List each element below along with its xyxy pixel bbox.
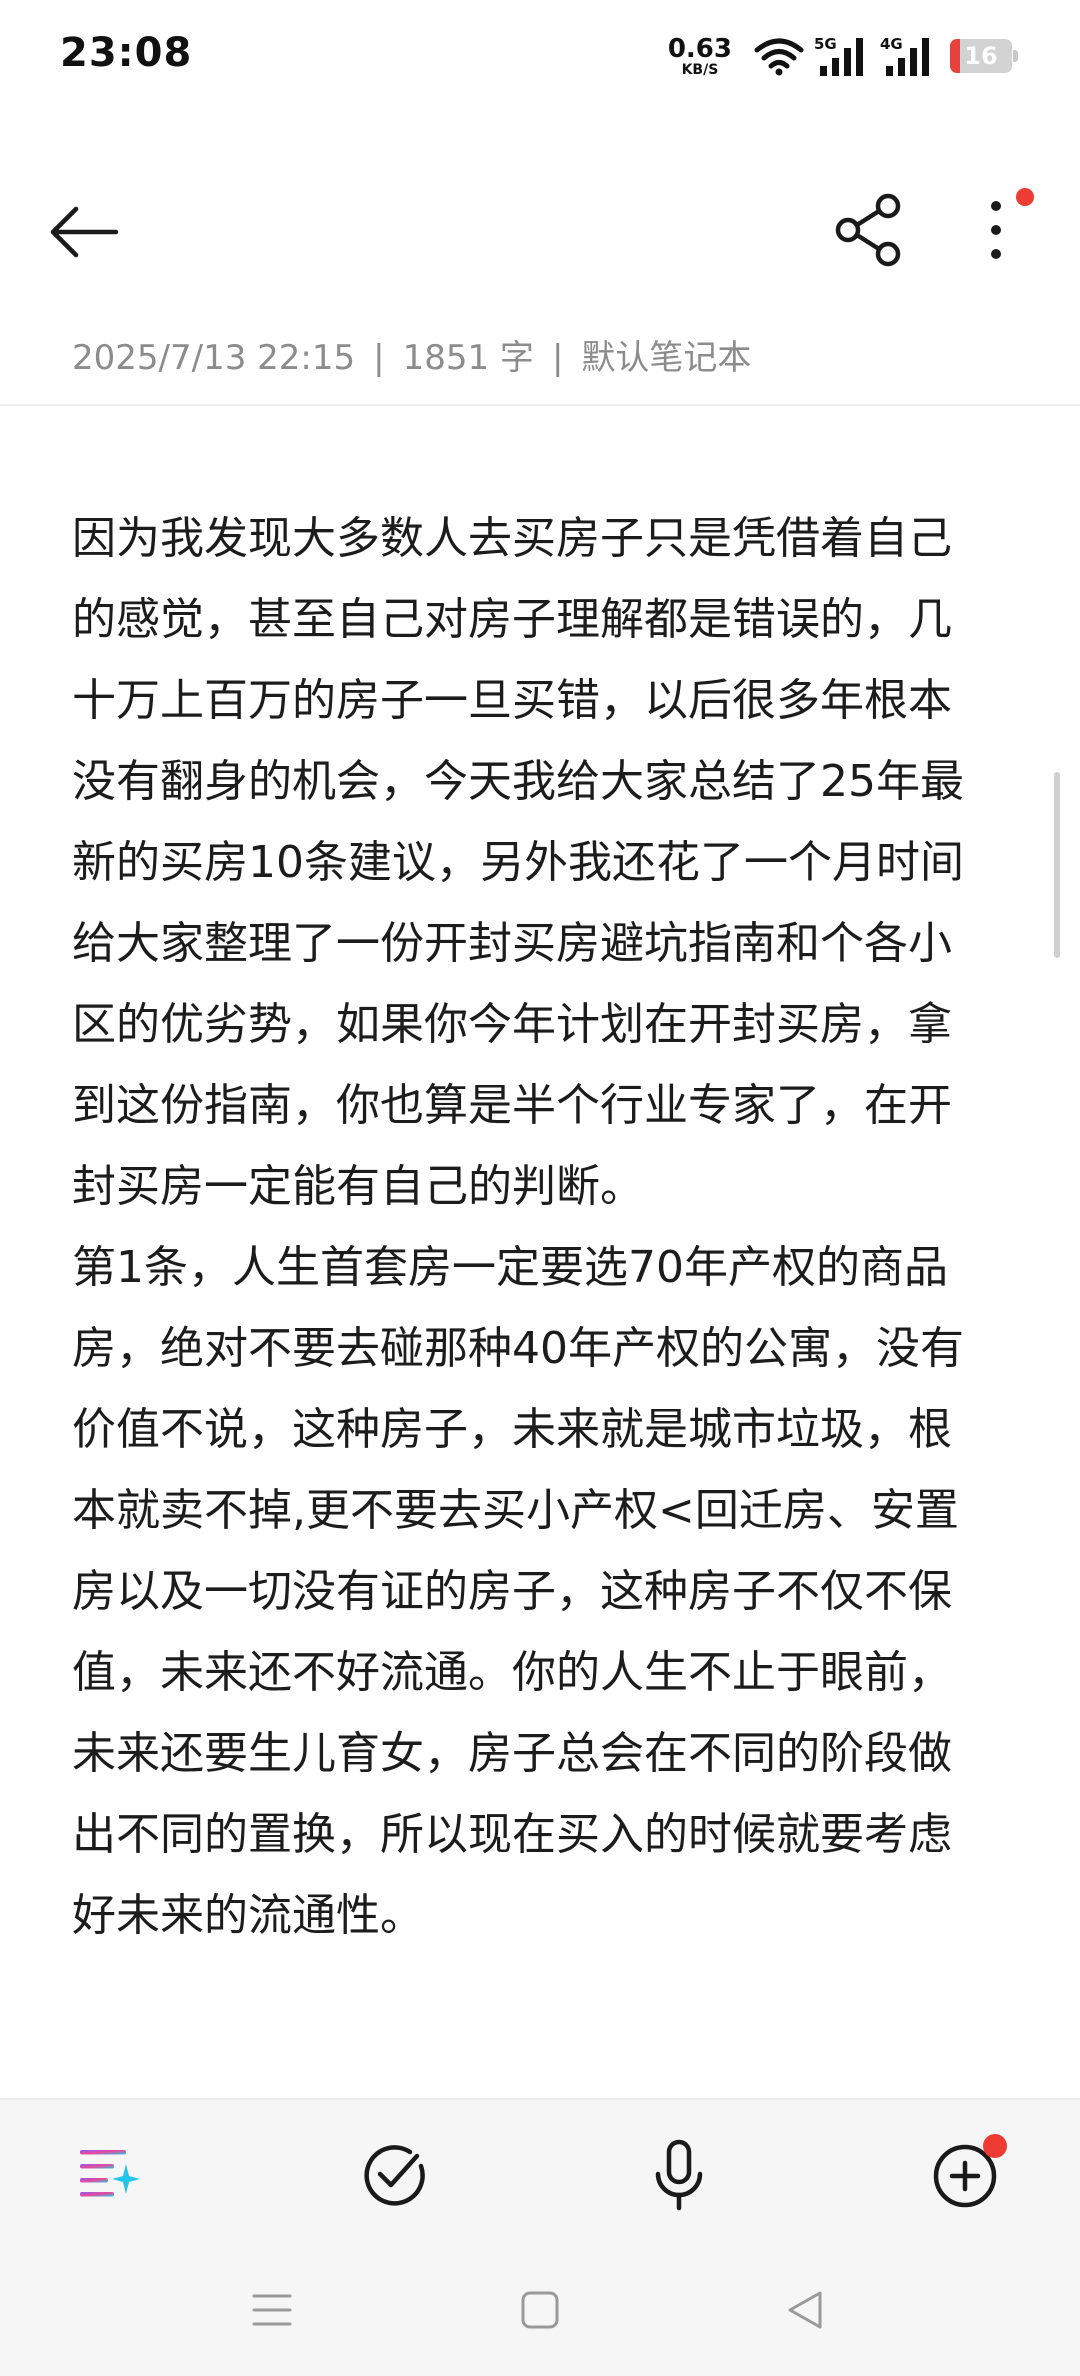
signal-5g-icon: 5G — [814, 35, 863, 76]
note-meta: 2025/7/13 22:15 | 1851 字 | 默认笔记本 — [72, 330, 751, 379]
note-paragraph[interactable]: 因为我发现大多数人去买房子只是凭借着自己的感觉，甚至自己对房子理解都是错误的，几… — [72, 498, 992, 1227]
check-circle-icon[interactable] — [355, 2136, 433, 2214]
app-bar — [0, 170, 1080, 290]
note-detail-screen: 23:08 0.63 KB/S 5G 4G 16 2025/7/13 22:15… — [0, 0, 1080, 2376]
back-triangle-icon[interactable] — [780, 2284, 832, 2336]
battery-level: 16 — [964, 42, 998, 70]
signal-4g-icon: 4G — [880, 35, 929, 76]
signal-4g-label: 4G — [880, 35, 903, 53]
header-divider — [0, 404, 1080, 406]
status-time: 23:08 — [60, 30, 193, 76]
ai-sparkle-icon[interactable] — [68, 2136, 146, 2214]
battery-tip — [1013, 50, 1018, 62]
status-bar: 23:08 0.63 KB/S 5G 4G 16 — [0, 0, 1080, 120]
add-notification-dot — [983, 2134, 1007, 2158]
microphone-icon[interactable] — [640, 2136, 718, 2214]
network-speed-value: 0.63 — [667, 33, 732, 64]
scrollbar[interactable] — [1054, 772, 1060, 958]
system-nav-bar — [0, 2244, 1080, 2376]
bottom-toolbar — [0, 2098, 1080, 2246]
share-icon[interactable] — [832, 192, 908, 268]
battery-icon: 16 — [950, 39, 1020, 73]
signal-5g-label: 5G — [814, 35, 837, 53]
note-paragraph[interactable]: 第1条，人生首套房一定要选70年产权的商品房，绝对不要去碰那种40年产权的公寓，… — [72, 1227, 992, 1956]
note-word-count: 1851 字 — [402, 338, 534, 378]
note-datetime: 2025/7/13 22:15 — [72, 338, 356, 378]
network-speed-unit: KB/S — [681, 61, 719, 78]
more-notification-dot — [1016, 188, 1034, 206]
status-icons: 0.63 KB/S 5G 4G 16 — [668, 34, 1020, 78]
wifi-icon — [754, 38, 804, 76]
note-notebook-name[interactable]: 默认笔记本 — [581, 338, 751, 378]
network-speed: 0.63 KB/S — [668, 36, 732, 77]
arrow-left-icon[interactable] — [46, 194, 122, 270]
home-square-icon[interactable] — [514, 2284, 566, 2336]
menu-icon[interactable] — [246, 2284, 298, 2336]
meta-separator: | — [373, 338, 385, 378]
note-content[interactable]: 因为我发现大多数人去买房子只是凭借着自己的感觉，甚至自己对房子理解都是错误的，几… — [72, 498, 992, 1956]
meta-separator: | — [551, 338, 564, 378]
